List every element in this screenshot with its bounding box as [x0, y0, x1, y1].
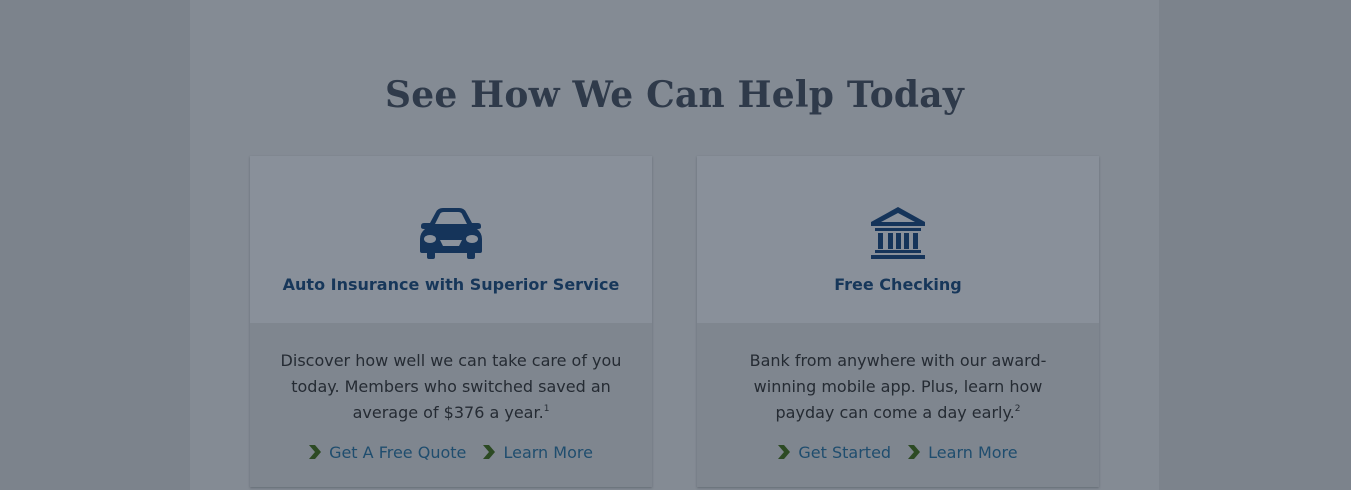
section-title: See How We Can Help Today [385, 74, 964, 116]
chevron-right-icon [908, 445, 921, 459]
auto-insurance-card: Auto Insurance with Superior Service Dis… [250, 156, 652, 487]
get-a-free-quote-link[interactable]: Get A Free Quote [309, 443, 466, 462]
learn-more-link[interactable]: Learn More [483, 443, 593, 462]
content-panel: See How We Can Help Today Auto Insurance… [190, 0, 1159, 490]
card-description: Discover how well we can take care of yo… [280, 351, 622, 422]
chevron-right-icon [483, 445, 496, 459]
chevron-right-icon [778, 445, 791, 459]
chevron-right-icon [309, 445, 322, 459]
car-icon [420, 208, 482, 259]
card-header: Auto Insurance with Superior Service [250, 156, 652, 323]
card-title: Auto Insurance with Superior Service [282, 275, 620, 294]
card-description: Bank from anywhere with our award-winnin… [749, 351, 1047, 422]
bank-building-icon [871, 207, 925, 259]
card-header: Free Checking [697, 156, 1099, 323]
free-checking-card: Free Checking Bank from anywhere with ou… [697, 156, 1099, 487]
card-links: Get Started Learn More [697, 443, 1099, 462]
footnote-marker: 1 [543, 404, 550, 414]
card-title: Free Checking [834, 275, 962, 294]
footnote-marker: 2 [1014, 404, 1021, 414]
page: See How We Can Help Today Auto Insurance… [0, 0, 1351, 490]
card-links: Get A Free Quote Learn More [250, 443, 652, 462]
get-started-link[interactable]: Get Started [778, 443, 891, 462]
learn-more-link[interactable]: Learn More [908, 443, 1018, 462]
